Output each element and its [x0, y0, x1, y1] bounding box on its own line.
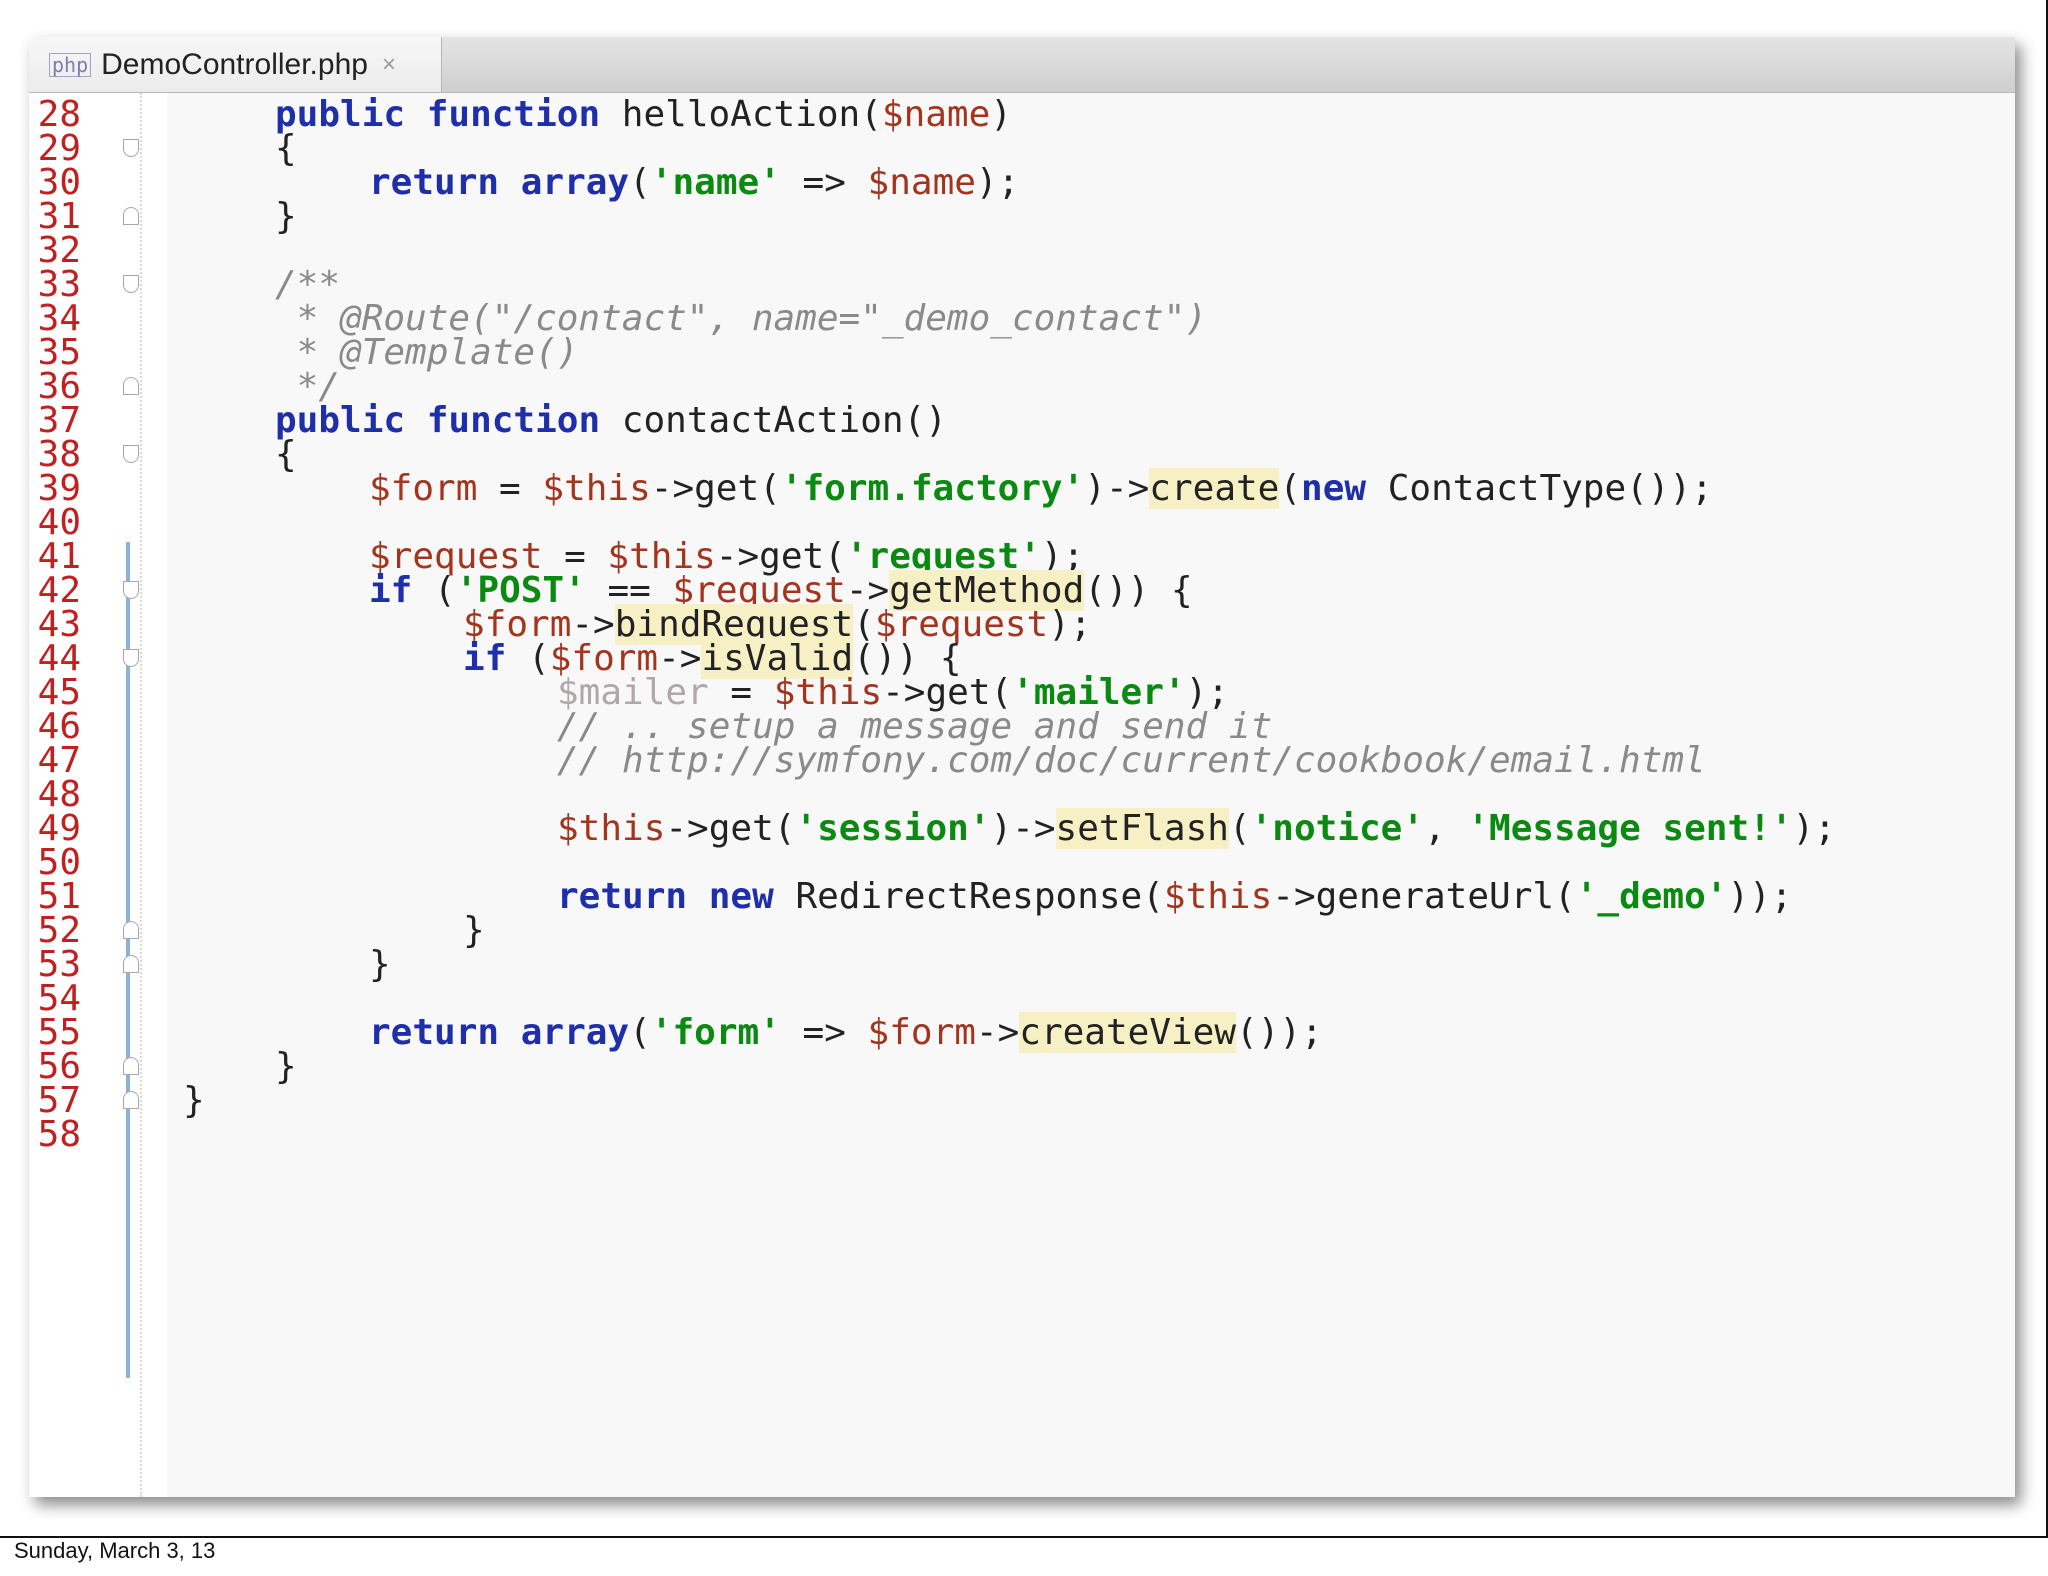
code-line: 58 — [38, 1113, 2015, 1157]
tab-bar: php DemoController.php × — [29, 37, 2015, 93]
fold-close-icon[interactable] — [123, 207, 139, 225]
fold-close-icon[interactable] — [123, 921, 139, 939]
slide-date-footer: Sunday, March 3, 13 — [14, 1538, 216, 1563]
close-icon[interactable]: × — [382, 51, 396, 79]
line-number: 58 — [37, 1114, 81, 1155]
fold-open-icon[interactable] — [123, 139, 139, 157]
fold-open-icon[interactable] — [123, 275, 139, 293]
php-file-icon: php — [49, 52, 92, 77]
slide-frame: php DemoController.php × 28 public funct… — [0, 0, 2048, 1538]
fold-open-icon[interactable] — [123, 445, 139, 463]
fold-open-icon[interactable] — [123, 649, 139, 667]
gutter-separator — [140, 93, 142, 1497]
fold-close-icon[interactable] — [123, 377, 139, 395]
fold-close-icon[interactable] — [123, 1091, 139, 1109]
tab-filename: DemoController.php — [101, 47, 368, 81]
fold-open-icon[interactable] — [123, 581, 139, 599]
code-editor: php DemoController.php × 28 public funct… — [29, 37, 2015, 1497]
tab-democontroller[interactable]: php DemoController.php × — [29, 37, 442, 92]
code-area[interactable]: 28 public function helloAction($name) 29… — [38, 93, 2015, 1497]
fold-close-icon[interactable] — [123, 1057, 139, 1075]
fold-close-icon[interactable] — [123, 955, 139, 973]
